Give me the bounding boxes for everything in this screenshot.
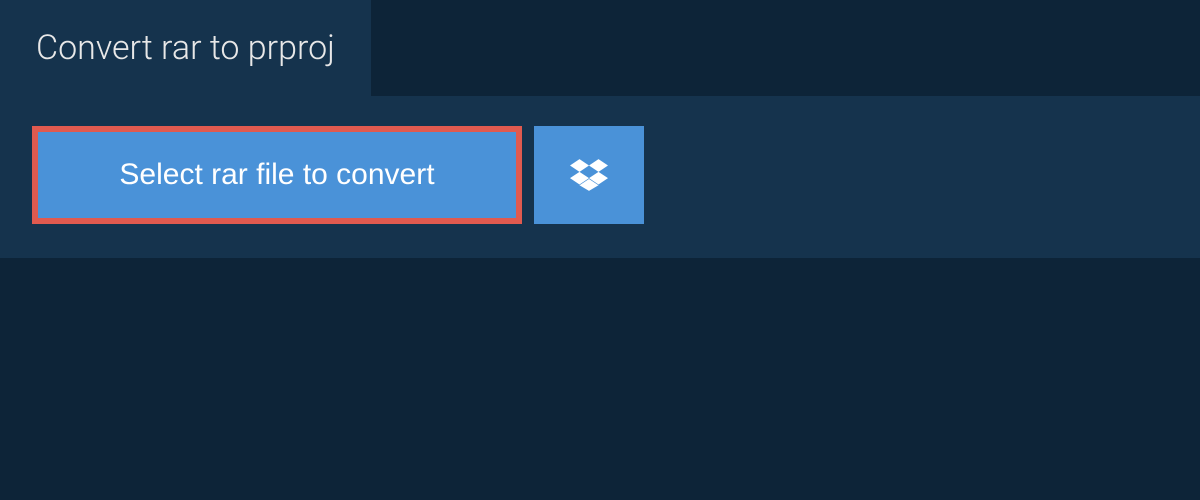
dropbox-button[interactable] <box>534 126 644 224</box>
tab-header: Convert rar to prproj <box>0 0 371 96</box>
select-file-label: Select rar file to convert <box>119 158 434 192</box>
select-file-button[interactable]: Select rar file to convert <box>32 126 522 224</box>
action-panel: Select rar file to convert <box>0 96 1200 258</box>
dropbox-icon <box>570 156 608 194</box>
page-title: Convert rar to prproj <box>36 28 335 68</box>
